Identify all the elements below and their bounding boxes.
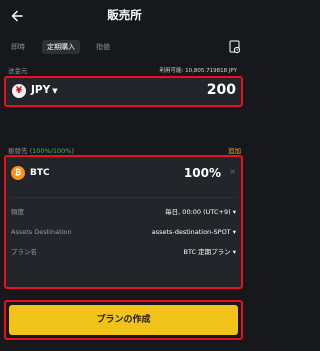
tab-limit[interactable]: 指値 [96, 40, 110, 54]
tab-recurring[interactable]: 定期購入 [42, 40, 80, 54]
caret-down-icon: ▾ [232, 248, 236, 256]
jpy-icon: ¥ [12, 84, 26, 98]
remove-icon[interactable]: × [229, 167, 236, 176]
available-balance: 利用可能: 10,805.719818 JPY [159, 68, 237, 74]
from-currency-card: ¥ JPY ▼ 200 [4, 76, 243, 107]
assets-destination-row[interactable]: Assets Destination assets-destination-SP… [11, 225, 236, 239]
frequency-value: 毎日, 00:00 (UTC+9) ▾ [165, 208, 236, 216]
from-label: 送金元 [8, 67, 28, 75]
plan-name-value: BTC 定期プラン ▾ [183, 248, 237, 256]
to-currency: BTC [30, 168, 50, 178]
frequency-label: 頻度 [11, 208, 24, 216]
tab-instant[interactable]: 即時 [11, 40, 25, 54]
amount-input[interactable]: 200 [207, 82, 236, 98]
footer: プランの作成 [4, 300, 243, 340]
frequency-row[interactable]: 頻度 毎日, 00:00 (UTC+9) ▾ [11, 205, 236, 219]
allocation-percent[interactable]: 100% [184, 166, 221, 180]
to-currency-card: ₿ BTC 100% × 頻度 毎日, 00:00 (UTC+9) ▾ Asse… [4, 155, 243, 289]
order-type-tabs: 即時 定期購入 指値 [0, 38, 249, 56]
header: 販売所 [0, 0, 249, 32]
plan-name-label: プラン名 [11, 248, 37, 256]
caret-down-icon: ▼ [52, 87, 58, 95]
btc-icon: ₿ [11, 166, 25, 180]
divider [11, 197, 236, 198]
page-title: 販売所 [107, 8, 142, 22]
assets-destination-value: assets-destination-SPOT ▾ [151, 228, 236, 236]
caret-down-icon: ▾ [232, 208, 236, 216]
caret-down-icon: ▾ [232, 228, 236, 236]
to-label: 振替先 (100%/100%) [8, 147, 75, 155]
order-history-icon[interactable] [229, 39, 241, 54]
plan-name-row[interactable]: プラン名 BTC 定期プラン ▾ [11, 245, 236, 259]
add-button[interactable]: 追加 [228, 145, 241, 155]
assets-destination-label: Assets Destination [11, 228, 72, 236]
from-currency-select[interactable]: JPY ▼ [31, 84, 58, 96]
create-plan-button[interactable]: プランの作成 [9, 305, 238, 335]
